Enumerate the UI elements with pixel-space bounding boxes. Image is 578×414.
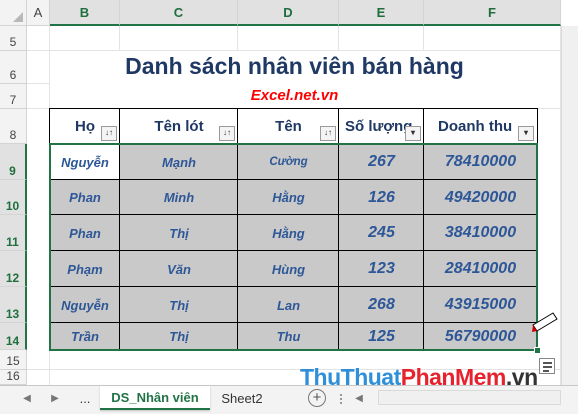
table-border bbox=[49, 108, 538, 109]
add-sheet-button[interactable]: + bbox=[308, 389, 326, 407]
header-so-luong-label: Số lượng bbox=[345, 118, 413, 135]
watermark-part1: ThuThuat bbox=[300, 364, 401, 390]
selection-outline bbox=[49, 143, 538, 351]
row-header-10[interactable]: 10 bbox=[0, 180, 27, 215]
row-header-16[interactable]: 16 bbox=[0, 369, 27, 385]
column-header-c[interactable]: C bbox=[120, 0, 238, 26]
fill-handle[interactable] bbox=[534, 347, 541, 354]
gridline bbox=[27, 83, 50, 84]
watermark: ThuThuatPhanMem.vn bbox=[300, 364, 538, 391]
row-header-12[interactable]: 12 bbox=[0, 251, 27, 287]
column-header-e[interactable]: E bbox=[339, 0, 424, 26]
dropdown-filter-icon[interactable]: ▾ bbox=[405, 126, 421, 141]
vertical-scrollbar[interactable] bbox=[561, 26, 578, 392]
quick-analysis-icon[interactable] bbox=[539, 358, 555, 374]
cursor-icon bbox=[532, 312, 558, 332]
sheet-tab-sheet2[interactable]: Sheet2 bbox=[212, 386, 272, 410]
gridline bbox=[338, 26, 339, 51]
header-ten-lot-label: Tên lót bbox=[154, 118, 204, 135]
dropdown-filter-icon[interactable]: ▾ bbox=[518, 126, 534, 141]
column-header-f[interactable]: F bbox=[424, 0, 561, 26]
header-ho[interactable]: Họ ↓↑ bbox=[50, 109, 120, 144]
gridline bbox=[119, 26, 120, 51]
header-ho-label: Họ bbox=[75, 118, 95, 135]
more-sheets-button[interactable]: ... bbox=[72, 386, 98, 410]
row-header-5[interactable]: 5 bbox=[0, 26, 27, 51]
gridline bbox=[237, 26, 238, 51]
gridline bbox=[423, 26, 424, 51]
row-header-6[interactable]: 6 bbox=[0, 51, 27, 84]
header-ten-lot[interactable]: Tên lót ↓↑ bbox=[120, 109, 238, 144]
row-header-8[interactable]: 8 bbox=[0, 109, 27, 144]
column-header-b[interactable]: B bbox=[50, 0, 120, 26]
header-ten-label: Tên bbox=[275, 118, 302, 135]
tab-splitter[interactable] bbox=[340, 394, 343, 404]
horizontal-scrollbar[interactable] bbox=[378, 390, 561, 405]
row-header-11[interactable]: 11 bbox=[0, 215, 27, 251]
row-header-7[interactable]: 7 bbox=[0, 84, 27, 109]
row-header-9[interactable]: 9 bbox=[0, 144, 27, 180]
column-header-a[interactable]: A bbox=[27, 0, 50, 26]
sort-filter-icon[interactable]: ↓↑ bbox=[101, 126, 117, 141]
watermark-part2: PhanMem bbox=[400, 364, 507, 390]
watermark-part3: .vn bbox=[505, 364, 538, 390]
row-header-14[interactable]: 14 bbox=[0, 323, 27, 350]
next-sheet-button[interactable]: ▶ bbox=[46, 388, 64, 408]
sort-filter-icon[interactable]: ↓↑ bbox=[219, 126, 235, 141]
row-header-15[interactable]: 15 bbox=[0, 350, 27, 370]
select-all-corner[interactable] bbox=[0, 0, 27, 26]
header-doanh-thu[interactable]: Doanh thu ▾ bbox=[424, 109, 537, 144]
sheet-tab-ds-nhan-vien[interactable]: DS_Nhân viên bbox=[100, 386, 210, 410]
column-header-d[interactable]: D bbox=[238, 0, 339, 26]
sort-filter-icon[interactable]: ↓↑ bbox=[320, 126, 336, 141]
row-header-13[interactable]: 13 bbox=[0, 287, 27, 323]
header-so-luong[interactable]: Số lượng ▾ bbox=[339, 109, 424, 144]
sheet-title: Danh sách nhân viên bán hàng bbox=[125, 53, 464, 79]
header-doanh-thu-label: Doanh thu bbox=[438, 118, 513, 135]
sheet-subtitle: Excel.net.vn bbox=[250, 87, 339, 104]
prev-sheet-button[interactable]: ◀ bbox=[18, 388, 36, 408]
header-ten[interactable]: Tên ↓↑ bbox=[238, 109, 339, 144]
scroll-left-button[interactable]: ◀ bbox=[350, 388, 368, 408]
